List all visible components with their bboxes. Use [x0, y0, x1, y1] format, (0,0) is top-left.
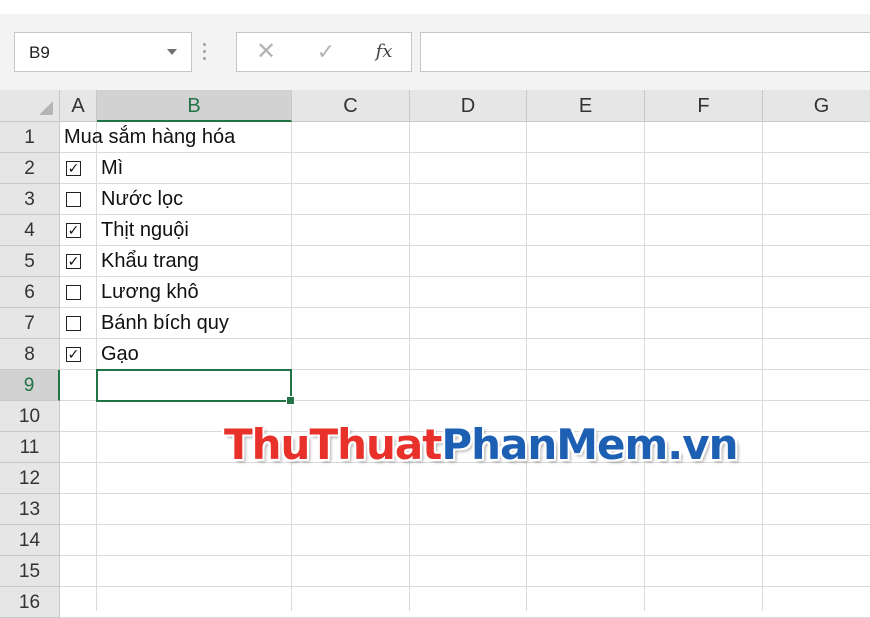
row-header-2[interactable]: 2 — [0, 153, 60, 184]
checkbox-checked[interactable]: ✓ — [66, 161, 81, 176]
active-cell-selection[interactable] — [96, 369, 295, 405]
formula-bar: B9 ✕ ✓ fx — [0, 0, 870, 90]
row-header-5[interactable]: 5 — [0, 246, 60, 277]
row-header-4[interactable]: 4 — [0, 215, 60, 246]
cell-b4[interactable]: Thịt nguội — [101, 219, 189, 242]
select-all-corner[interactable] — [0, 90, 60, 122]
checkbox-unchecked[interactable] — [66, 192, 81, 207]
column-header-a[interactable]: A — [60, 90, 97, 122]
column-header-g[interactable]: G — [763, 90, 870, 122]
column-gridline — [96, 122, 97, 611]
checkbox-unchecked[interactable] — [66, 285, 81, 300]
grip-dots-icon — [203, 40, 207, 64]
row-gridline — [60, 214, 870, 215]
row-gridline — [60, 493, 870, 494]
row-header-11[interactable]: 11 — [0, 432, 60, 463]
row-header-6[interactable]: 6 — [0, 277, 60, 308]
cell-b5[interactable]: Khẩu trang — [101, 250, 199, 273]
formula-input[interactable] — [420, 32, 870, 72]
name-box-value: B9 — [29, 43, 50, 62]
cell-b8[interactable]: Gạo — [101, 343, 139, 366]
cell-b2[interactable]: Mì — [101, 157, 123, 180]
column-header-e[interactable]: E — [527, 90, 645, 122]
name-box[interactable]: B9 — [14, 32, 192, 72]
enter-icon[interactable]: ✓ — [311, 39, 341, 65]
row-header-7[interactable]: 7 — [0, 308, 60, 339]
column-gridline — [762, 122, 763, 611]
column-header-b[interactable]: B — [97, 90, 292, 122]
row-gridline — [60, 555, 870, 556]
fill-handle[interactable] — [286, 396, 295, 405]
checkbox-unchecked[interactable] — [66, 316, 81, 331]
column-gridline — [291, 122, 292, 611]
select-all-icon — [39, 101, 53, 115]
checkbox-checked[interactable]: ✓ — [66, 223, 81, 238]
column-gridline — [526, 122, 527, 611]
row-header-16[interactable]: 16 — [0, 587, 60, 618]
row-header-3[interactable]: 3 — [0, 184, 60, 215]
row-gridline — [60, 586, 870, 587]
column-header-c[interactable]: C — [292, 90, 410, 122]
row-header-14[interactable]: 14 — [0, 525, 60, 556]
cell-b3[interactable]: Nước lọc — [101, 188, 183, 211]
column-header-d[interactable]: D — [410, 90, 527, 122]
row-gridline — [60, 276, 870, 277]
watermark-part-1: ThuThuat — [224, 420, 442, 469]
checkbox-checked[interactable]: ✓ — [66, 254, 81, 269]
row-header-12[interactable]: 12 — [0, 463, 60, 494]
window-top-edge — [0, 0, 870, 14]
row-gridline — [60, 338, 870, 339]
cell-a1[interactable]: Mua sắm hàng hóa — [64, 126, 235, 149]
cell-b7[interactable]: Bánh bích quy — [101, 312, 229, 335]
row-header-8[interactable]: 8 — [0, 339, 60, 370]
row-gridline — [60, 152, 870, 153]
watermark-logo: ThuThuatPhanMem.vn — [224, 420, 739, 469]
column-gridline — [644, 122, 645, 611]
row-gridline — [60, 183, 870, 184]
row-header-9[interactable]: 9 — [0, 370, 60, 401]
cell-b6[interactable]: Lương khô — [101, 281, 199, 304]
watermark-part-2: PhanMem.vn — [441, 420, 738, 469]
row-header-15[interactable]: 15 — [0, 556, 60, 587]
formula-buttons: ✕ ✓ fx — [236, 32, 412, 72]
row-header-10[interactable]: 10 — [0, 401, 60, 432]
chevron-down-icon[interactable] — [167, 49, 177, 55]
cancel-icon[interactable]: ✕ — [251, 39, 281, 65]
column-gridline — [409, 122, 410, 611]
spreadsheet-grid[interactable]: A B C D E F G 1 2 3 4 5 6 7 8 9 10 11 12 13 14 15 16 Mua sắm hà… — [0, 90, 870, 618]
row-gridline — [60, 524, 870, 525]
row-header-1[interactable]: 1 — [0, 122, 60, 153]
insert-function-icon[interactable]: fx — [369, 39, 399, 65]
checkbox-checked[interactable]: ✓ — [66, 347, 81, 362]
row-header-13[interactable]: 13 — [0, 494, 60, 525]
row-gridline — [60, 245, 870, 246]
column-header-f[interactable]: F — [645, 90, 763, 122]
row-gridline — [60, 307, 870, 308]
